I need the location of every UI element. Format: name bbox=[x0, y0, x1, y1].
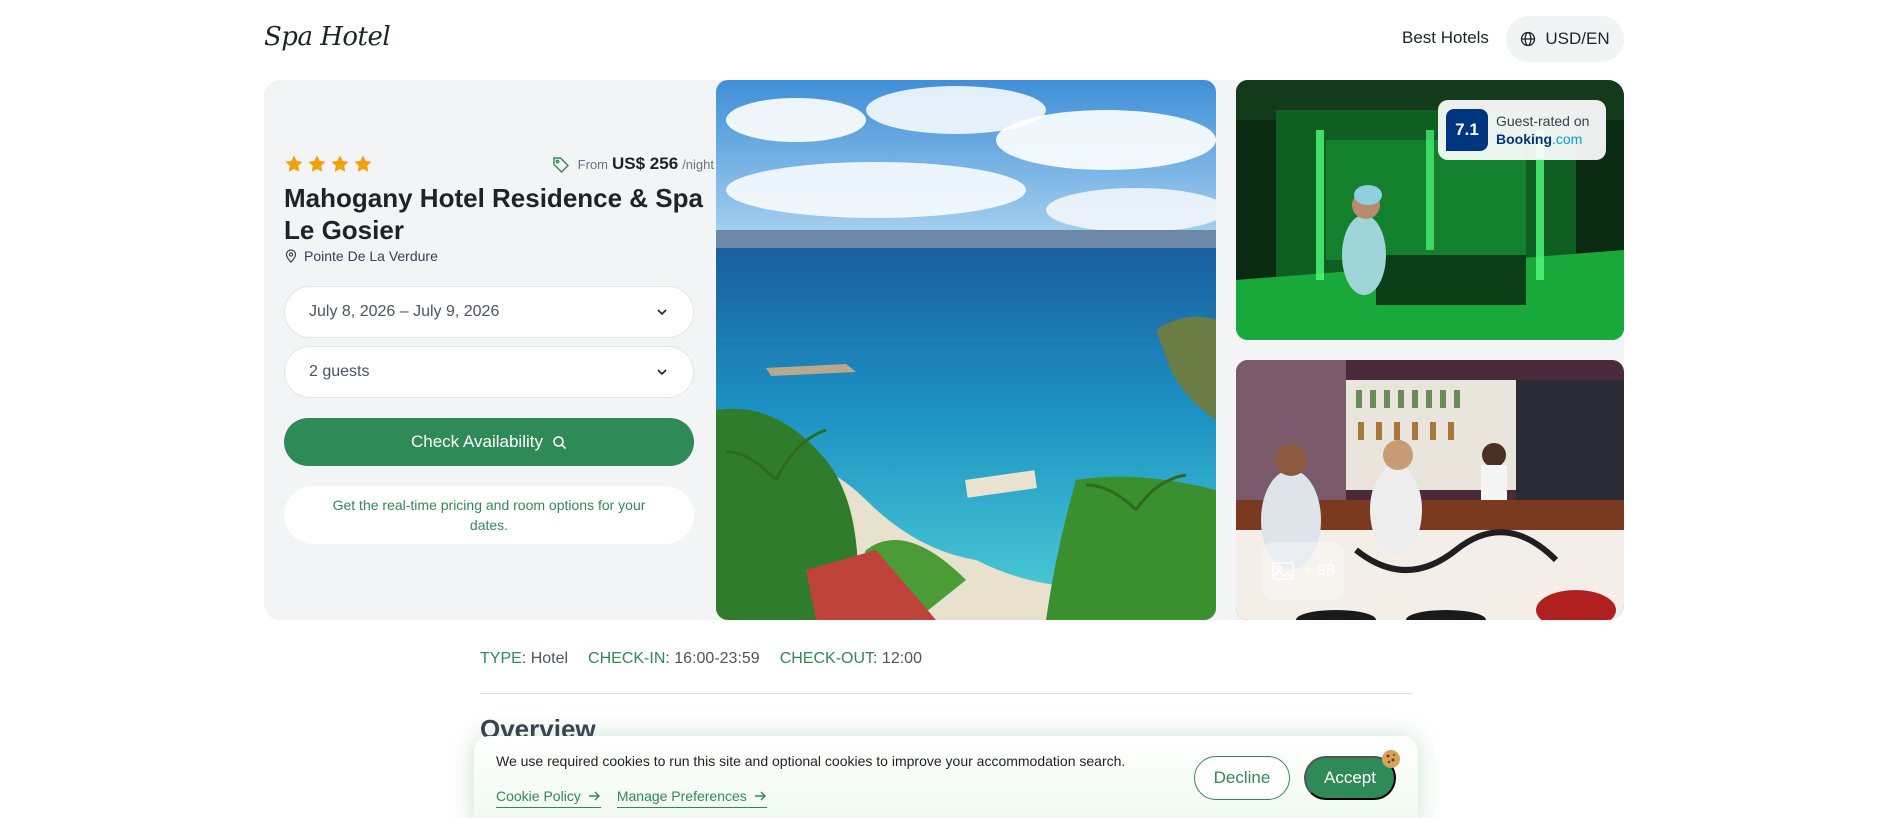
cookie-links: Cookie Policy Manage Preferences bbox=[496, 788, 767, 808]
hotel-info-row: TYPE: Hotel CHECK-IN: 16:00-23:59 CHECK-… bbox=[480, 650, 922, 668]
rating-score: 7.1 bbox=[1446, 109, 1488, 151]
search-icon bbox=[553, 435, 567, 449]
check-availability-label: Check Availability bbox=[411, 432, 543, 451]
chevron-down-icon bbox=[657, 369, 667, 376]
arrow-right-icon bbox=[588, 791, 600, 801]
guests-value: 2 guests bbox=[309, 363, 370, 380]
booking-brand-name: Booking bbox=[1496, 131, 1552, 147]
more-photos-button[interactable]: + 98 bbox=[1262, 542, 1344, 600]
beach-image bbox=[716, 80, 1216, 620]
best-hotels-link[interactable]: Best Hotels bbox=[1402, 28, 1489, 48]
checkin-label: CHECK-IN bbox=[588, 650, 666, 667]
section-divider bbox=[480, 693, 1412, 694]
booking-brand-tld: .com bbox=[1552, 131, 1583, 147]
tag-icon bbox=[552, 157, 569, 173]
cookie-policy-label: Cookie Policy bbox=[496, 788, 581, 804]
spa-photo[interactable]: 7.1 Guest-rated on Booking.com bbox=[1236, 80, 1624, 340]
star-icon bbox=[331, 155, 349, 172]
guests-select[interactable]: 2 guests bbox=[284, 346, 694, 398]
type-value: : Hotel bbox=[521, 650, 569, 667]
booking-panel: From US$ 256 /night Mahogany Hotel Resid… bbox=[284, 80, 714, 620]
info-checkin: CHECK-IN: 16:00-23:59 bbox=[588, 650, 760, 668]
arrow-right-icon bbox=[754, 791, 766, 801]
star-icon bbox=[308, 155, 326, 172]
price-suffix: /night bbox=[682, 157, 714, 172]
star-icon bbox=[354, 155, 372, 172]
checkout-value: : 12:00 bbox=[873, 650, 922, 667]
pin-icon bbox=[285, 249, 297, 263]
decline-button[interactable]: Decline bbox=[1194, 756, 1290, 800]
hotel-hero: From US$ 256 /night Mahogany Hotel Resid… bbox=[264, 80, 1624, 620]
checkin-value: : 16:00-23:59 bbox=[665, 650, 760, 667]
site-logo[interactable]: Spa Hotel bbox=[264, 22, 391, 52]
star-icon bbox=[285, 155, 303, 172]
cookie-message: We use required cookies to run this site… bbox=[496, 753, 1126, 769]
type-label: TYPE bbox=[480, 650, 522, 667]
pricing-hint: Get the real-time pricing and room optio… bbox=[284, 486, 694, 544]
manage-preferences-link[interactable]: Manage Preferences bbox=[616, 788, 767, 808]
globe-icon bbox=[1521, 31, 1536, 47]
dates-value: July 8, 2026 – July 9, 2026 bbox=[309, 303, 500, 320]
info-type: TYPE: Hotel bbox=[480, 650, 568, 668]
cookie-icon bbox=[1382, 750, 1400, 768]
rating-text: Guest-rated on Booking.com bbox=[1496, 112, 1589, 148]
chevron-down-icon bbox=[657, 309, 667, 316]
hotel-location: Pointe De La Verdure bbox=[284, 248, 438, 264]
cookie-policy-link[interactable]: Cookie Policy bbox=[496, 788, 601, 808]
info-checkout: CHECK-OUT: 12:00 bbox=[780, 650, 922, 668]
location-text: Pointe De La Verdure bbox=[304, 248, 438, 264]
image-icon bbox=[1272, 562, 1294, 580]
price-amount: US$ 256 bbox=[612, 154, 679, 173]
hotel-name: Mahogany Hotel Residence & Spa Le Gosier bbox=[284, 183, 703, 245]
currency-label: USD/EN bbox=[1545, 29, 1610, 48]
check-availability-button[interactable]: Check Availability bbox=[284, 418, 694, 466]
guest-rating-badge: 7.1 Guest-rated on Booking.com bbox=[1438, 100, 1606, 160]
currency-language-button[interactable]: USD/EN bbox=[1506, 16, 1624, 62]
more-photos-count: + 98 bbox=[1303, 562, 1335, 579]
rating-line: Guest-rated on bbox=[1496, 113, 1590, 129]
star-rating bbox=[284, 154, 373, 174]
price-from: From US$ 256 /night bbox=[552, 154, 714, 174]
price-prefix: From bbox=[577, 157, 609, 172]
main-photo-beach[interactable] bbox=[716, 80, 1216, 620]
booking-brand: Booking.com bbox=[1496, 130, 1589, 148]
manage-preferences-label: Manage Preferences bbox=[616, 788, 747, 804]
checkout-label: CHECK-OUT bbox=[779, 650, 874, 667]
cookie-banner: We use required cookies to run this site… bbox=[474, 736, 1418, 818]
dates-select[interactable]: July 8, 2026 – July 9, 2026 bbox=[284, 286, 694, 338]
